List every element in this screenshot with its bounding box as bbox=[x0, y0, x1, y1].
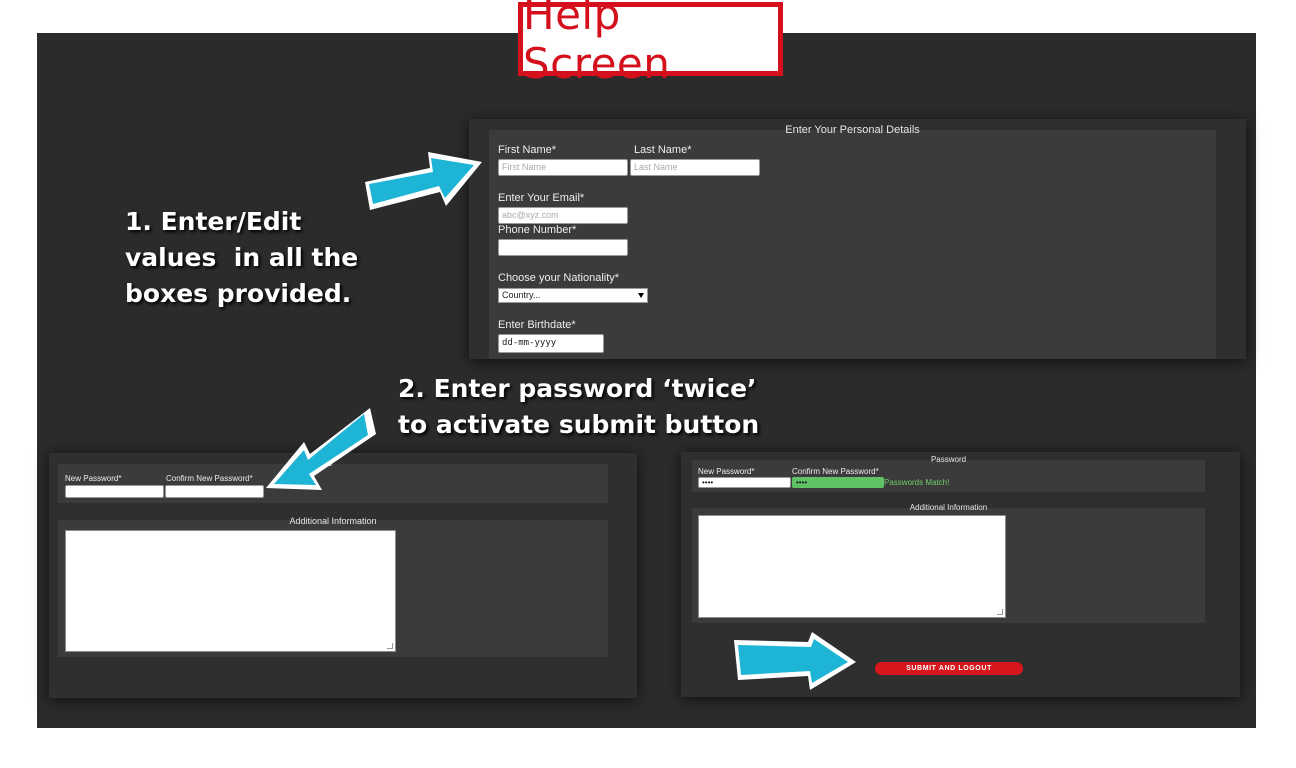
submit-and-logout-button[interactable]: SUBMIT AND LOGOUT bbox=[875, 662, 1023, 675]
step2-instruction: 2. Enter password ‘twice’ to activate su… bbox=[398, 371, 759, 443]
step1-line: boxes provided. bbox=[125, 279, 352, 308]
new-password-label-right: New Password* bbox=[698, 467, 755, 476]
arrow-right-icon bbox=[365, 152, 482, 210]
passwords-match-message: Passwords Match! bbox=[884, 478, 950, 487]
step1-line: values in all the bbox=[125, 243, 359, 272]
resize-grip-icon[interactable] bbox=[387, 643, 393, 649]
confirm-password-input-left[interactable] bbox=[165, 485, 264, 498]
additional-info-textarea-right[interactable] bbox=[698, 515, 1006, 618]
step2-line: to activate submit button bbox=[398, 410, 760, 439]
arrow-right-icon bbox=[734, 632, 856, 690]
email-label: Enter Your Email* bbox=[498, 192, 585, 204]
new-password-label-left: New Password* bbox=[65, 474, 122, 483]
additional-info-textarea-left[interactable] bbox=[65, 530, 396, 652]
confirm-password-label-right: Confirm New Password* bbox=[792, 467, 879, 476]
help-screen-title-box: Help Screen bbox=[518, 0, 783, 88]
last-name-label: Last Name* bbox=[634, 144, 692, 156]
step2-line: 2. Enter password ‘twice’ bbox=[398, 374, 757, 403]
step1-line: 1. Enter/Edit bbox=[125, 207, 302, 236]
additional-info-heading-left: Additional Information bbox=[289, 516, 377, 526]
phone-label: Phone Number* bbox=[498, 224, 577, 236]
birthdate-input[interactable]: dd-mm-yyyy bbox=[498, 334, 604, 353]
nationality-select-value: Country... bbox=[502, 290, 541, 300]
arrow-down-left-icon bbox=[266, 408, 376, 490]
first-name-input[interactable]: First Name bbox=[498, 159, 628, 176]
personal-details-panel: Enter Your Personal Details First Name* … bbox=[469, 119, 1246, 359]
last-name-input[interactable]: Last Name bbox=[630, 159, 760, 176]
confirm-password-input-right[interactable]: •••• bbox=[792, 477, 884, 488]
additional-info-heading-right: Additional Information bbox=[909, 503, 988, 512]
email-input[interactable]: abc@xyz.com bbox=[498, 207, 628, 224]
nationality-select[interactable]: Country... bbox=[498, 288, 648, 303]
step1-instruction: 1. Enter/Edit values in all the boxes pr… bbox=[125, 204, 358, 312]
phone-input[interactable] bbox=[498, 239, 628, 256]
help-screen-title: Help Screen bbox=[523, 0, 671, 88]
personal-details-heading: Enter Your Personal Details bbox=[785, 124, 920, 136]
nationality-label: Choose your Nationality* bbox=[498, 272, 620, 284]
resize-grip-icon[interactable] bbox=[997, 609, 1003, 615]
help-screen: Help Screen 1. Enter/Edit values in all … bbox=[0, 0, 1296, 768]
new-password-input-right[interactable]: •••• bbox=[698, 477, 791, 488]
first-name-label: First Name* bbox=[498, 144, 557, 156]
dropdown-caret-icon bbox=[638, 293, 644, 298]
password-heading-right: Password bbox=[930, 455, 967, 464]
confirm-password-label-left: Confirm New Password* bbox=[166, 474, 253, 483]
new-password-input-left[interactable] bbox=[65, 485, 164, 498]
birthdate-label: Enter Birthdate* bbox=[498, 319, 576, 331]
